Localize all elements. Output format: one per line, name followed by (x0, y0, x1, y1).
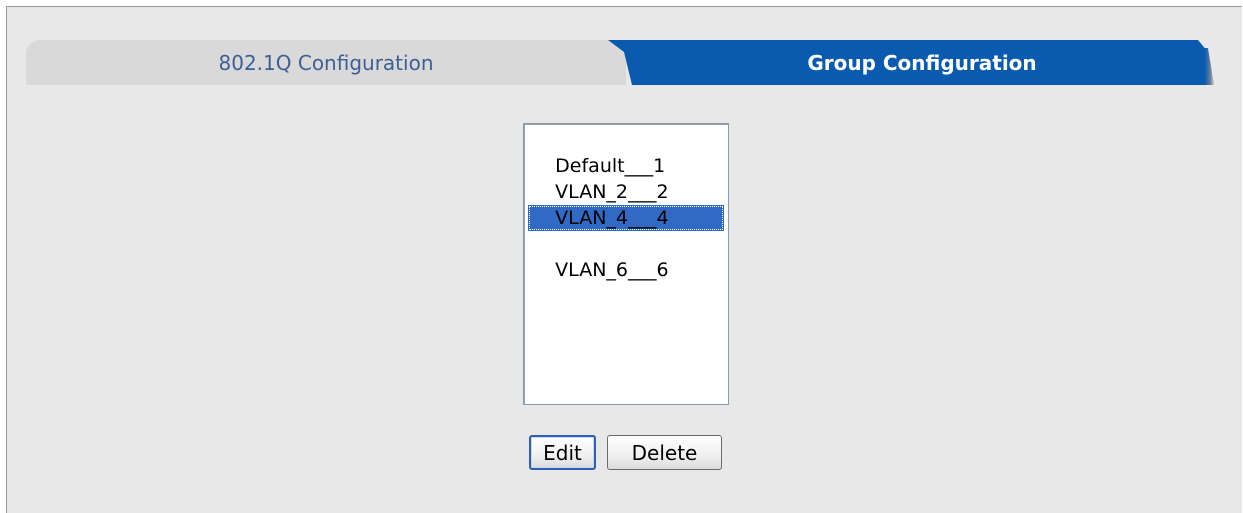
vlan-list-item-default[interactable]: Default___1 (528, 127, 724, 177)
tab-group-configuration[interactable]: Group Configuration (608, 40, 1214, 85)
vlan-list-item-label: VLAN_4___4 (555, 207, 669, 229)
tab-group-configuration-label: Group Configuration (807, 50, 1037, 75)
edit-button[interactable]: Edit (529, 435, 596, 470)
vlan-list-item-label: VLAN_2___2 (555, 181, 669, 203)
vlan-list-item-label: VLAN_5___5 (555, 233, 669, 255)
vlan-group-listbox[interactable]: Default___1 VLAN_2___2 VLAN_4___4 VLAN_5… (523, 123, 729, 405)
vlan-list-item-label: VLAN_6___6 (555, 259, 669, 281)
vlan-list-item-label: Default___1 (555, 155, 666, 177)
tab-8021q-configuration-label: 802.1Q Configuration (218, 50, 434, 75)
delete-button[interactable]: Delete (607, 435, 722, 470)
tab-bar: 802.1Q Configuration Group Configuration (26, 40, 1214, 85)
tab-8021q-configuration[interactable]: 802.1Q Configuration (26, 40, 626, 85)
